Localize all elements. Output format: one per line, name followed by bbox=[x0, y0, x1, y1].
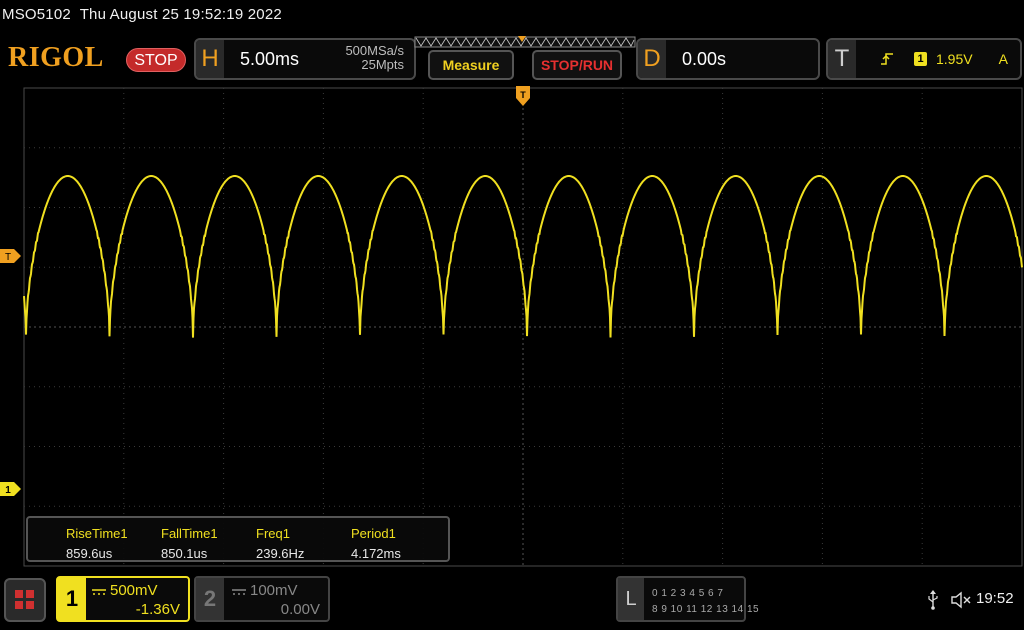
logic-analyzer-panel[interactable]: L 0 1 2 3 4 5 6 7 8 9 10 11 12 13 14 15 bbox=[616, 576, 759, 622]
grid-lines bbox=[23, 87, 1023, 567]
channel-1-offset-marker-label: 1 bbox=[5, 485, 11, 496]
measurement-value: 4.172ms bbox=[351, 546, 401, 561]
measurement-item: RiseTime1 859.6us bbox=[66, 524, 128, 564]
measurement-value: 850.1us bbox=[161, 546, 208, 561]
trigger-level-marker[interactable]: T bbox=[0, 249, 22, 263]
trigger-position-marker[interactable]: T bbox=[516, 86, 530, 110]
channel-2-number: 2 bbox=[196, 578, 224, 620]
mute-icon[interactable] bbox=[950, 590, 972, 610]
channel-1-offset: -1.36V bbox=[135, 601, 180, 618]
channel-1-number: 1 bbox=[58, 578, 86, 620]
channel-2-panel[interactable]: 2 100mV 0.00V bbox=[194, 576, 330, 622]
channel-2-offset: 0.00V bbox=[280, 601, 320, 618]
measurement-item: Freq1 239.6Hz bbox=[256, 524, 304, 564]
measurement-name: FallTime1 bbox=[161, 526, 218, 541]
dc-coupling-icon bbox=[92, 589, 106, 595]
grid-menu-icon bbox=[15, 590, 34, 609]
measurement-item: Period1 4.172ms bbox=[351, 524, 401, 564]
measurement-value: 239.6Hz bbox=[256, 546, 305, 561]
logic-letter: L bbox=[618, 578, 644, 620]
measurement-name: Period1 bbox=[351, 526, 396, 541]
bottom-bar: 1 500mV -1.36V 2 100mV 0.00V L 0 1 2 3 4… bbox=[0, 572, 1024, 630]
channel-1-scale: 500mV bbox=[110, 582, 158, 599]
measurement-value: 859.6us bbox=[66, 546, 113, 561]
measurement-panel: RiseTime1 859.6us FallTime1 850.1us Freq… bbox=[26, 516, 450, 562]
logic-channels-low: 0 1 2 3 4 5 6 7 bbox=[652, 588, 724, 599]
channel-1-panel[interactable]: 1 500mV -1.36V bbox=[56, 576, 190, 622]
channel-1-offset-marker[interactable]: 1 bbox=[0, 482, 22, 496]
logic-channels-high: 8 9 10 11 12 13 14 15 bbox=[652, 604, 760, 615]
usb-icon bbox=[928, 590, 938, 610]
measurement-item: FallTime1 850.1us bbox=[161, 524, 218, 564]
svg-text:T: T bbox=[520, 90, 526, 100]
clock: 19:52 bbox=[976, 590, 1014, 607]
trigger-level-marker-label: T bbox=[5, 252, 11, 263]
menu-button[interactable] bbox=[4, 578, 46, 622]
channel-2-scale: 100mV bbox=[250, 582, 298, 599]
measurement-name: RiseTime1 bbox=[66, 526, 128, 541]
dc-coupling-icon bbox=[232, 589, 246, 595]
measurement-name: Freq1 bbox=[256, 526, 290, 541]
